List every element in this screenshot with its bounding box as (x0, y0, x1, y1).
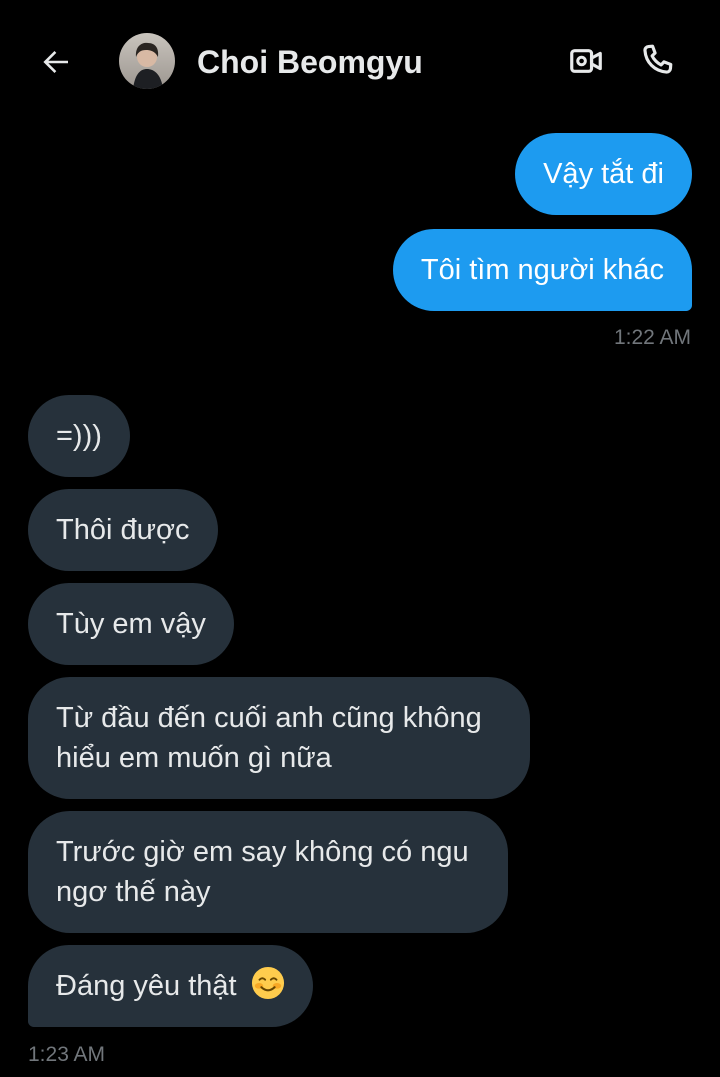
message-text: Thôi được (56, 514, 190, 546)
received-timestamp: 1:23 AM (28, 1043, 106, 1066)
message-text: Tùy em vậy (56, 608, 206, 640)
sent-timestamp: 1:22 AM (613, 326, 691, 349)
avatar-image (119, 33, 175, 89)
chat-header: Choi Beomgyu (0, 0, 720, 124)
smiling-face-emoji-icon (251, 966, 284, 1000)
message-text: Tôi tìm người khác (420, 254, 664, 286)
received-message[interactable]: Tùy em vậy (28, 583, 234, 665)
back-arrow-icon (43, 51, 68, 73)
voice-call-button[interactable] (634, 37, 680, 83)
back-button[interactable] (34, 40, 78, 84)
received-message[interactable]: Thôi được (28, 489, 218, 571)
sent-message[interactable]: Vậy tắt đi (515, 133, 692, 215)
received-message[interactable]: Đáng yêu thật (28, 945, 313, 1027)
message-text: Vậy tắt đi (543, 158, 664, 190)
message-text: Trước giờ em say không có ngu ngơ thế nà… (56, 836, 469, 908)
phone-icon (643, 44, 673, 74)
received-message[interactable]: =))) (28, 395, 130, 477)
sent-message[interactable]: Tôi tìm người khác (392, 229, 692, 311)
message-text: Đáng yêu thật (56, 970, 237, 1002)
video-camera-icon (570, 49, 602, 73)
contact-name[interactable]: Choi Beomgyu (197, 42, 423, 82)
received-message[interactable]: Trước giờ em say không có ngu ngơ thế nà… (28, 811, 508, 933)
received-message[interactable]: Từ đầu đến cuối anh cũng không hiểu em m… (28, 677, 530, 799)
message-text: Từ đầu đến cuối anh cũng không hiểu em m… (56, 702, 482, 774)
video-call-button[interactable] (563, 38, 609, 84)
message-text: =))) (56, 420, 102, 452)
avatar[interactable] (119, 33, 175, 89)
